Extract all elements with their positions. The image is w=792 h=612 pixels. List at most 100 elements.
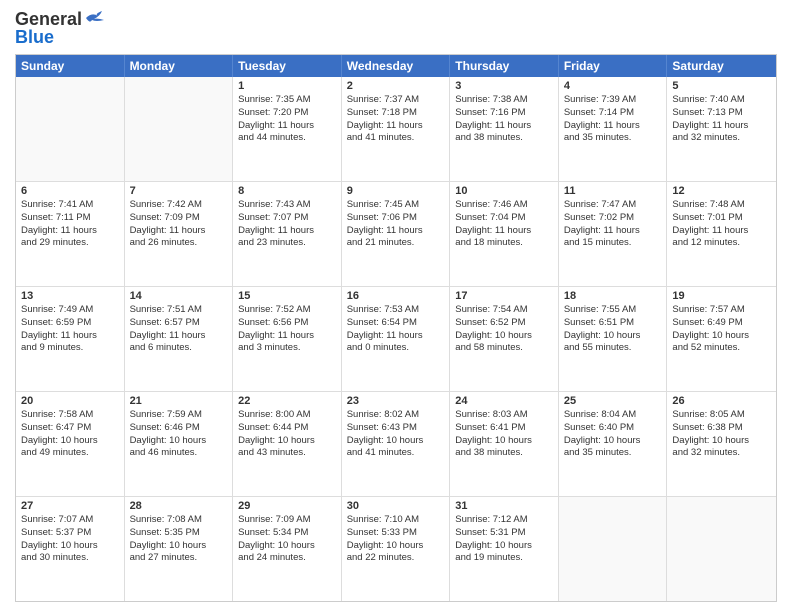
calendar-cell: 16Sunrise: 7:53 AMSunset: 6:54 PMDayligh… xyxy=(342,287,451,391)
day-number: 30 xyxy=(347,500,445,512)
calendar-cell: 31Sunrise: 7:12 AMSunset: 5:31 PMDayligh… xyxy=(450,497,559,601)
calendar-cell: 20Sunrise: 7:58 AMSunset: 6:47 PMDayligh… xyxy=(16,392,125,496)
cell-line2: Sunset: 6:49 PM xyxy=(672,317,771,330)
day-number: 7 xyxy=(130,185,228,197)
weekday-header-saturday: Saturday xyxy=(667,55,776,77)
logo-bird-icon xyxy=(84,10,106,26)
day-number: 4 xyxy=(564,80,662,92)
calendar-cell: 3Sunrise: 7:38 AMSunset: 7:16 PMDaylight… xyxy=(450,77,559,181)
day-number: 24 xyxy=(455,395,553,407)
day-number: 14 xyxy=(130,290,228,302)
cell-line4: and 44 minutes. xyxy=(238,132,336,145)
day-number: 23 xyxy=(347,395,445,407)
cell-line4: and 23 minutes. xyxy=(238,237,336,250)
cell-line3: Daylight: 11 hours xyxy=(564,225,662,238)
cell-line3: Daylight: 11 hours xyxy=(238,225,336,238)
cell-line3: Daylight: 11 hours xyxy=(455,225,553,238)
cell-line2: Sunset: 6:54 PM xyxy=(347,317,445,330)
calendar-cell: 4 Sunrise: 7:39 AMSunset: 7:14 PMDaylight… xyxy=(559,77,668,181)
calendar-cell: 18Sunrise: 7:55 AMSunset: 6:51 PMDayligh… xyxy=(559,287,668,391)
day-number: 3 xyxy=(455,80,553,92)
day-number: 28 xyxy=(130,500,228,512)
calendar-cell: 13Sunrise: 7:49 AMSunset: 6:59 PMDayligh… xyxy=(16,287,125,391)
calendar-cell: 12Sunrise: 7:48 AMSunset: 7:01 PMDayligh… xyxy=(667,182,776,286)
weekday-header-wednesday: Wednesday xyxy=(342,55,451,77)
calendar-week-2: 6Sunrise: 7:41 AMSunset: 7:11 PMDaylight… xyxy=(16,182,776,287)
cell-line4: and 15 minutes. xyxy=(564,237,662,250)
cell-line3: Daylight: 10 hours xyxy=(238,540,336,553)
calendar-cell xyxy=(559,497,668,601)
logo: General Blue xyxy=(15,10,106,46)
calendar-cell: 25Sunrise: 8:04 AMSunset: 6:40 PMDayligh… xyxy=(559,392,668,496)
cell-line2: Sunset: 7:09 PM xyxy=(130,212,228,225)
cell-line1: Sunrise: 7:40 AM xyxy=(672,94,771,107)
weekday-header-friday: Friday xyxy=(559,55,668,77)
cell-line1: Sunrise: 8:03 AM xyxy=(455,409,553,422)
cell-line1: Sunrise: 7:37 AM xyxy=(347,94,445,107)
cell-line3: Daylight: 10 hours xyxy=(21,540,119,553)
cell-line3: Daylight: 11 hours xyxy=(130,330,228,343)
cell-line3: Daylight: 10 hours xyxy=(130,435,228,448)
calendar-cell: 21Sunrise: 7:59 AMSunset: 6:46 PMDayligh… xyxy=(125,392,234,496)
cell-line3: Daylight: 10 hours xyxy=(238,435,336,448)
cell-line1: Sunrise: 8:05 AM xyxy=(672,409,771,422)
cell-line3: Daylight: 10 hours xyxy=(347,435,445,448)
calendar-cell: 9Sunrise: 7:45 AMSunset: 7:06 PMDaylight… xyxy=(342,182,451,286)
cell-line3: Daylight: 10 hours xyxy=(672,435,771,448)
cell-line2: Sunset: 7:20 PM xyxy=(238,107,336,120)
cell-line2: Sunset: 6:47 PM xyxy=(21,422,119,435)
calendar-cell: 26Sunrise: 8:05 AMSunset: 6:38 PMDayligh… xyxy=(667,392,776,496)
day-number: 5 xyxy=(672,80,771,92)
calendar-cell xyxy=(667,497,776,601)
cell-line1: Sunrise: 7:41 AM xyxy=(21,199,119,212)
day-number: 20 xyxy=(21,395,119,407)
cell-line3: Daylight: 11 hours xyxy=(130,225,228,238)
cell-line2: Sunset: 5:33 PM xyxy=(347,527,445,540)
cell-line2: Sunset: 6:51 PM xyxy=(564,317,662,330)
day-number: 9 xyxy=(347,185,445,197)
calendar-cell: 8Sunrise: 7:43 AMSunset: 7:07 PMDaylight… xyxy=(233,182,342,286)
calendar-cell xyxy=(125,77,234,181)
cell-line3: Daylight: 10 hours xyxy=(347,540,445,553)
cell-line1: Sunrise: 7:49 AM xyxy=(21,304,119,317)
cell-line1: Sunrise: 8:02 AM xyxy=(347,409,445,422)
cell-line4: and 52 minutes. xyxy=(672,342,771,355)
cell-line3: Daylight: 10 hours xyxy=(564,435,662,448)
cell-line1: Sunrise: 7:42 AM xyxy=(130,199,228,212)
calendar-cell: 19Sunrise: 7:57 AMSunset: 6:49 PMDayligh… xyxy=(667,287,776,391)
cell-line4: and 29 minutes. xyxy=(21,237,119,250)
cell-line4: and 58 minutes. xyxy=(455,342,553,355)
cell-line4: and 26 minutes. xyxy=(130,237,228,250)
cell-line2: Sunset: 6:40 PM xyxy=(564,422,662,435)
day-number: 2 xyxy=(347,80,445,92)
cell-line1: Sunrise: 8:00 AM xyxy=(238,409,336,422)
cell-line2: Sunset: 6:46 PM xyxy=(130,422,228,435)
cell-line2: Sunset: 6:52 PM xyxy=(455,317,553,330)
cell-line3: Daylight: 11 hours xyxy=(347,120,445,133)
cell-line1: Sunrise: 7:39 AM xyxy=(564,94,662,107)
cell-line1: Sunrise: 8:04 AM xyxy=(564,409,662,422)
cell-line2: Sunset: 6:59 PM xyxy=(21,317,119,330)
calendar-week-1: 1Sunrise: 7:35 AMSunset: 7:20 PMDaylight… xyxy=(16,77,776,182)
cell-line2: Sunset: 5:37 PM xyxy=(21,527,119,540)
cell-line3: Daylight: 11 hours xyxy=(21,225,119,238)
cell-line2: Sunset: 6:43 PM xyxy=(347,422,445,435)
day-number: 12 xyxy=(672,185,771,197)
cell-line3: Daylight: 11 hours xyxy=(564,120,662,133)
cell-line4: and 18 minutes. xyxy=(455,237,553,250)
cell-line4: and 12 minutes. xyxy=(672,237,771,250)
cell-line2: Sunset: 7:14 PM xyxy=(564,107,662,120)
cell-line3: Daylight: 10 hours xyxy=(130,540,228,553)
cell-line4: and 21 minutes. xyxy=(347,237,445,250)
weekday-header-thursday: Thursday xyxy=(450,55,559,77)
cell-line2: Sunset: 7:01 PM xyxy=(672,212,771,225)
day-number: 6 xyxy=(21,185,119,197)
day-number: 15 xyxy=(238,290,336,302)
cell-line4: and 35 minutes. xyxy=(564,447,662,460)
cell-line1: Sunrise: 7:12 AM xyxy=(455,514,553,527)
cell-line4: and 9 minutes. xyxy=(21,342,119,355)
cell-line3: Daylight: 11 hours xyxy=(238,120,336,133)
cell-line2: Sunset: 5:34 PM xyxy=(238,527,336,540)
cell-line1: Sunrise: 7:58 AM xyxy=(21,409,119,422)
day-number: 22 xyxy=(238,395,336,407)
